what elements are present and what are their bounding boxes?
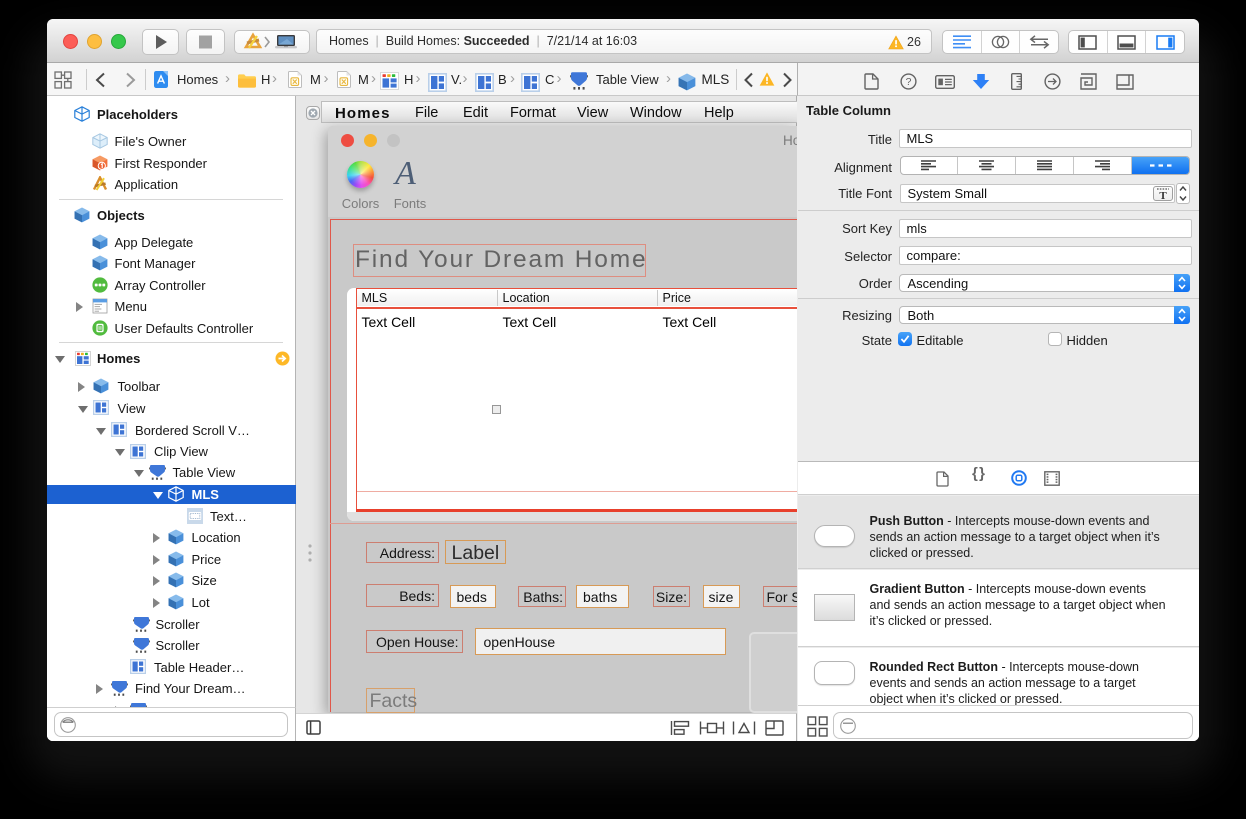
svg-text:T: T: [1159, 190, 1167, 201]
svg-text:?: ?: [906, 76, 912, 88]
